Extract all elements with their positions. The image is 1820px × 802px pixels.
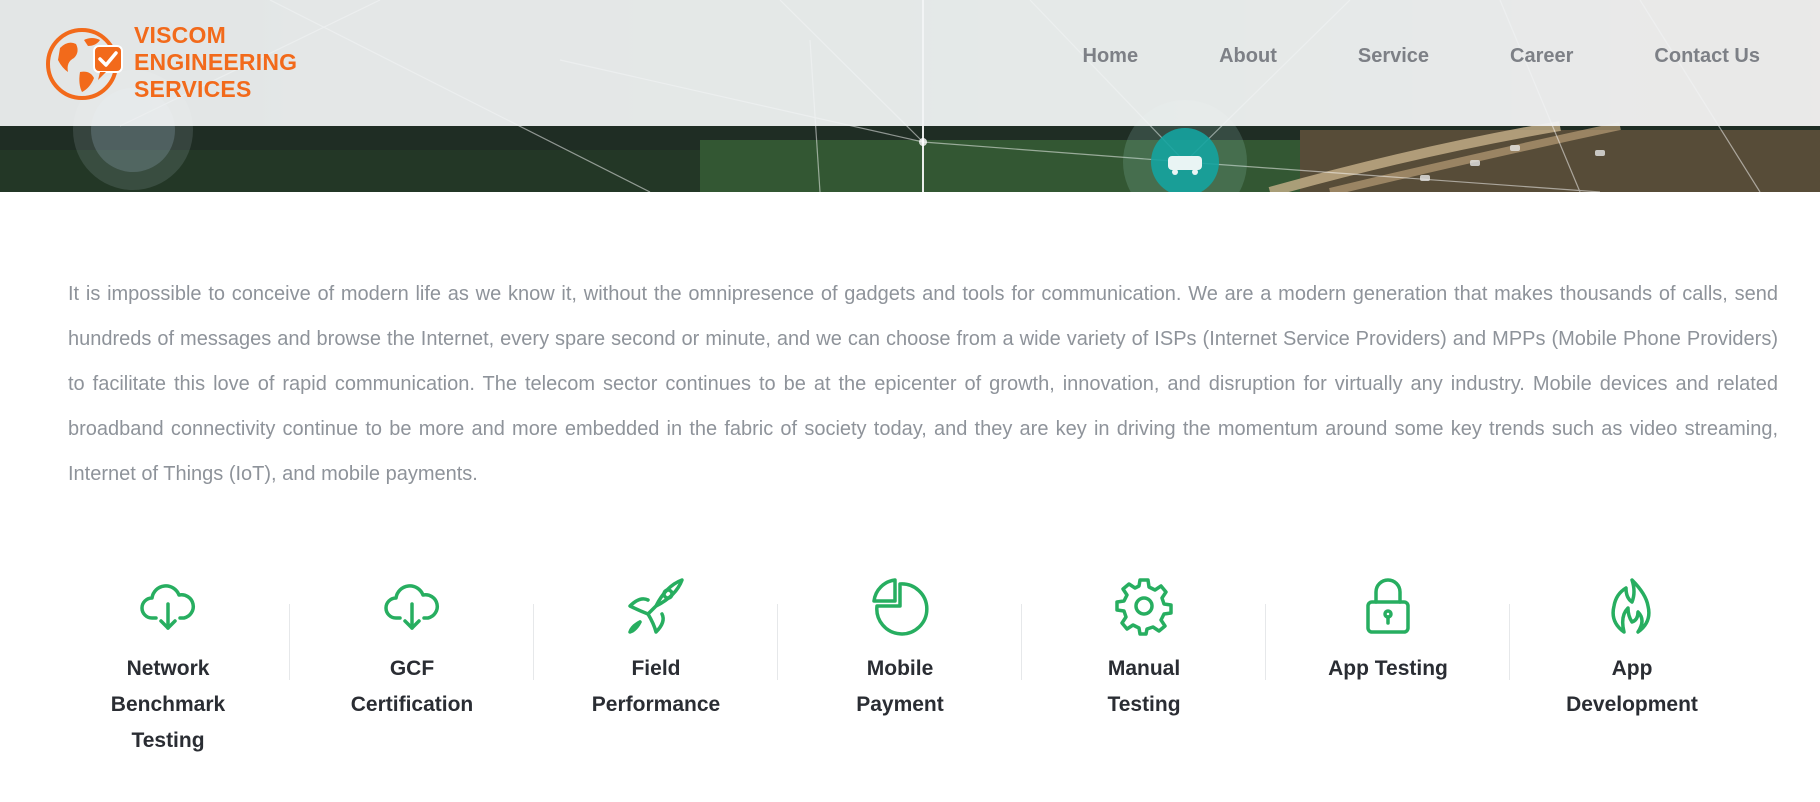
service-label: App Testing <box>1328 657 1448 680</box>
service-label: Field Performance <box>591 657 721 716</box>
nav-service[interactable]: Service <box>1358 45 1429 68</box>
nav-career[interactable]: Career <box>1510 45 1573 68</box>
brand-line-1: VISCOM <box>134 21 226 48</box>
service-label: App Development <box>1566 657 1698 716</box>
service-label: GCF Certification <box>350 657 474 716</box>
brand-line-2: ENGINEERING <box>134 48 298 75</box>
service-app-development[interactable]: App Development <box>1510 576 1754 759</box>
service-mobile-payment[interactable]: Mobile Payment <box>778 576 1022 759</box>
globe-chat-check-icon <box>46 28 123 100</box>
service-network-benchmark-testing[interactable]: Network Benchmark Testing <box>46 576 290 759</box>
service-label: Network Benchmark Testing <box>110 657 226 752</box>
service-app-testing[interactable]: App Testing <box>1266 576 1510 759</box>
rocket-icon <box>626 576 686 636</box>
flame-icon <box>1602 576 1662 636</box>
site-logo[interactable]: VISCOM ENGINEERING SERVICES <box>46 22 297 102</box>
cloud-download-icon <box>382 576 442 636</box>
pie-chart-icon <box>870 576 930 636</box>
intro-paragraph: It is impossible to conceive of modern l… <box>68 283 1778 485</box>
service-label: Mobile Payment <box>856 657 944 716</box>
main-nav: Home About Service Career Contact Us <box>1083 45 1760 68</box>
service-gcf-certification[interactable]: GCF Certification <box>290 576 534 759</box>
hero-banner: VISCOM ENGINEERING SERVICES Home About S… <box>0 0 1820 192</box>
services-row: Network Benchmark Testing GCF Certificat… <box>46 576 1772 759</box>
service-label: Manual Testing <box>1107 657 1181 716</box>
nav-home[interactable]: Home <box>1083 45 1139 68</box>
lock-icon <box>1358 576 1418 636</box>
service-field-performance[interactable]: Field Performance <box>534 576 778 759</box>
cloud-download-icon <box>138 576 198 636</box>
brand-name: VISCOM ENGINEERING SERVICES <box>134 22 297 103</box>
service-manual-testing[interactable]: Manual Testing <box>1022 576 1266 759</box>
nav-contact-us[interactable]: Contact Us <box>1654 45 1760 68</box>
nav-about[interactable]: About <box>1219 45 1277 68</box>
gear-icon <box>1114 576 1174 636</box>
brand-line-3: SERVICES <box>134 75 252 102</box>
